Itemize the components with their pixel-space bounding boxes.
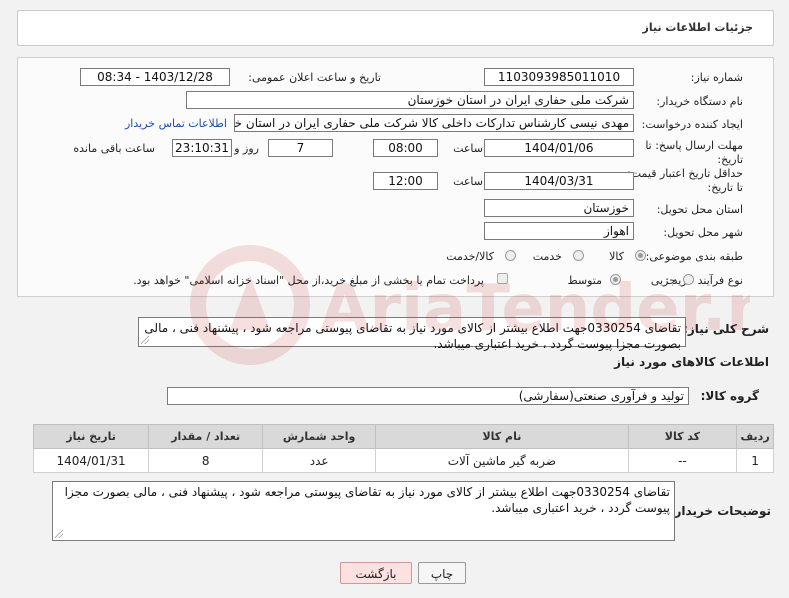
city-label: شهر محل تحویل: [663,226,743,239]
category-service-label: خدمت [532,250,562,263]
goods-section-title: اطلاعات کالاهای مورد نیاز [614,355,769,369]
description-label: شرح کلی نیاز: [683,322,769,336]
col-unit: واحد شمارش [262,424,377,449]
validity-date-field: 1404/03/31 [484,172,634,190]
process-medium-radio[interactable] [610,274,621,285]
deadline-time-label: ساعت [453,142,483,155]
buyer-contact-link[interactable]: اطلاعات تماس خریدار [125,117,227,130]
category-label: طبقه بندی موضوعی: [645,250,743,263]
header-panel: جزئیات اطلاعات نیاز [17,10,774,46]
goods-group-field: تولید و فرآوری صنعتی(سفارشی) [167,387,689,405]
table-row: 1 -- ضربه گیر ماشین آلات عدد 8 1404/01/3… [32,448,774,473]
resize-handle-icon[interactable] [55,530,63,538]
description-textarea[interactable]: تقاضای 0330254جهت اطلاع بیشتر از کالای م… [138,317,686,351]
cell-qty: 8 [148,448,264,473]
process-label: نوع فرآیند خرید : [665,274,743,287]
cell-code: -- [627,448,738,473]
days-field: 7 [268,139,333,157]
cell-row: 1 [736,448,774,473]
city-field: اهواز [484,222,634,240]
cell-date: 1404/01/31 [32,448,150,473]
remaining-time-field: 23:10:31 [172,139,232,157]
process-minor-label: جزیی [650,274,676,287]
validity-time-field: 12:00 [373,172,438,190]
col-code: کد کالا [627,424,738,449]
table-header-row: ردیف کد کالا نام کالا واحد شمارش تعداد /… [32,424,774,449]
days-label: روز و [234,142,259,155]
process-minor-radio[interactable] [683,274,694,285]
need-number-field: 1103093985011010 [484,68,634,86]
back-button[interactable]: بازگشت [340,562,412,584]
col-row: ردیف [736,424,774,449]
buyer-notes-text: تقاضای 0330254جهت اطلاع بیشتر از کالای م… [64,485,670,515]
goods-table: ردیف کد کالا نام کالا واحد شمارش تعداد /… [32,424,774,473]
buyer-label: نام دستگاه خریدار: [656,95,743,108]
announce-label: تاریخ و ساعت اعلان عمومی: [248,71,381,84]
category-service-radio[interactable] [573,250,584,261]
category-goods-radio[interactable] [635,250,646,261]
cell-name: ضربه گیر ماشین آلات [375,448,629,473]
creator-field: مهدی نیسی کارشناس تدارکات داخلی کالا شرک… [234,114,634,132]
category-goods-label: کالا [609,250,624,263]
creator-label: ایجاد کننده درخواست: [641,118,743,131]
col-qty: تعداد / مقدار [148,424,264,449]
buyer-notes-textarea[interactable]: تقاضای 0330254جهت اطلاع بیشتر از کالای م… [52,481,675,541]
need-number-label: شماره نیاز: [690,71,743,84]
treasury-payment-note: پرداخت تمام یا بخشی از مبلغ خرید،از محل … [133,274,484,287]
deadline-time-field: 08:00 [373,139,438,157]
deadline-label: مهلت ارسال پاسخ: تا تاریخ: [645,139,743,166]
category-both-radio[interactable] [505,250,516,261]
process-medium-label: متوسط [567,274,602,287]
goods-group-label: گروه کالا: [700,389,759,403]
deadline-date-field: 1404/01/06 [484,139,634,157]
province-label: استان محل تحویل: [656,203,743,216]
announce-field: 1403/12/28 - 08:34 [80,68,230,86]
cell-unit: عدد [262,448,377,473]
col-name: نام کالا [375,424,629,449]
description-text: تقاضای 0330254جهت اطلاع بیشتر از کالای م… [144,321,681,351]
buyer-notes-label: توضیحات خریدار: [669,504,771,518]
remaining-label: ساعت باقی مانده [73,142,155,155]
buyer-field: شرکت ملی حفاری ایران در استان خوزستان [186,91,634,109]
category-both-label: کالا/خدمت [446,250,494,263]
col-date: تاریخ نیاز [32,424,150,449]
validity-label: حداقل تاریخ اعتبار قیمت: تا تاریخ: [627,167,743,194]
validity-time-label: ساعت [453,175,483,188]
treasury-payment-checkbox[interactable] [497,273,508,284]
province-field: خوزستان [484,199,634,217]
print-button[interactable]: چاپ [418,562,466,584]
resize-handle-icon[interactable] [141,336,149,344]
page-title: جزئیات اطلاعات نیاز [642,21,754,34]
